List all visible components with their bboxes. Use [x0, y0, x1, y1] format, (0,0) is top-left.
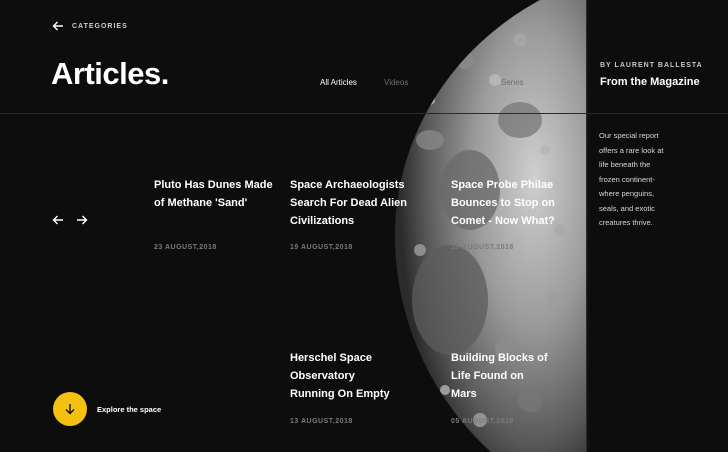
article-date: 05 AUGUST,2018	[451, 418, 514, 425]
header-divider	[0, 113, 728, 114]
arrow-down-icon[interactable]	[53, 392, 87, 426]
article-date: 23 AUGUST,2018	[154, 244, 217, 251]
back-to-categories-link[interactable]: CATEGORIES	[52, 20, 128, 32]
article-card[interactable]: Herschel Space Observatory Running On Em…	[290, 349, 390, 425]
article-date: 13 AUGUST,2018	[290, 418, 353, 425]
article-card[interactable]: Building Blocks of Life Found on Mars 05…	[451, 349, 551, 425]
aside-author: BY LAURENT BALLESTA	[600, 62, 703, 69]
article-card[interactable]: Space Archaeologists Search For Dead Ali…	[290, 176, 410, 251]
tab-videos[interactable]: Videos	[384, 78, 408, 87]
tab-series[interactable]: Series	[501, 78, 524, 87]
carousel-controls	[52, 213, 88, 231]
article-title[interactable]: Space Archaeologists Search For Dead Ali…	[290, 176, 410, 230]
explore-label: Explore the space	[97, 404, 162, 414]
article-title[interactable]: Herschel Space Observatory Running On Em…	[290, 349, 390, 403]
page: CATEGORIES Articles. All Articles Videos…	[0, 0, 728, 452]
arrow-left-icon[interactable]	[52, 213, 64, 231]
aside-body: Our special report offers a rare look at…	[599, 131, 664, 227]
aside-divider	[586, 0, 587, 452]
article-title[interactable]: Pluto Has Dunes Made of Methane 'Sand'	[154, 176, 274, 212]
tab-all-articles[interactable]: All Articles	[320, 78, 357, 87]
page-title: Articles.	[51, 56, 169, 91]
article-title[interactable]: Space Probe Philae Bounces to Stop on Co…	[451, 176, 561, 230]
article-date: 18 AUGUST,2018	[451, 244, 514, 251]
article-card[interactable]: Pluto Has Dunes Made of Methane 'Sand' 2…	[154, 176, 274, 251]
explore-button[interactable]: Explore the space	[53, 392, 161, 426]
article-card[interactable]: Space Probe Philae Bounces to Stop on Co…	[451, 176, 561, 251]
aside-heading[interactable]: From the Magazine	[600, 76, 700, 88]
back-label: CATEGORIES	[72, 22, 128, 30]
article-title[interactable]: Building Blocks of Life Found on Mars	[451, 349, 551, 403]
article-date: 19 AUGUST,2018	[290, 244, 353, 251]
arrow-left-icon	[52, 20, 64, 32]
arrow-right-icon[interactable]	[76, 213, 88, 231]
